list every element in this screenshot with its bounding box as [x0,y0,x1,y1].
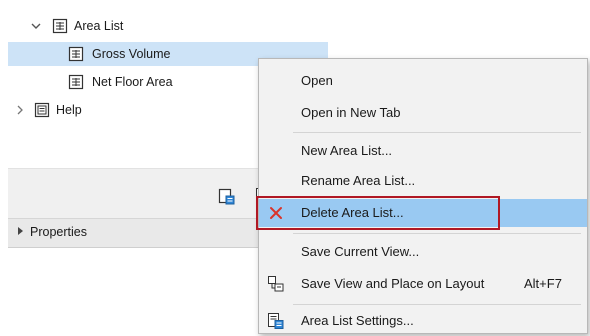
tree-item-label: Help [56,103,82,117]
table-icon [52,18,68,34]
context-menu: Open Open in New Tab New Area List... Re… [256,58,588,335]
menu-item-rename-area-list[interactable]: Rename Area List... [259,167,587,195]
menu-item-label: Area List Settings... [301,313,414,328]
menu-item-label: Rename Area List... [301,173,416,188]
menu-item-label: Save Current View... [301,244,420,259]
menu-item-label: New Area List... [301,143,393,158]
menu-item-shortcut: Alt+F7 [524,276,562,291]
save-layout-icon [267,275,285,293]
menu-separator [293,132,581,133]
menu-separator [293,304,581,305]
menu-item-label: Open in New Tab [301,105,401,120]
tree-item-label: Net Floor Area [92,75,173,89]
menu-item-delete-area-list[interactable]: Delete Area List... [256,196,587,230]
menu-item-save-current-view[interactable]: Save Current View... [259,238,587,266]
menu-item-area-list-settings[interactable]: Area List Settings... [259,307,587,335]
list-settings-icon [267,312,285,330]
menu-item-label: Open [301,73,333,88]
menu-item-new-area-list[interactable]: New Area List... [259,137,587,165]
menu-item-open-in-new-tab[interactable]: Open in New Tab [259,99,587,127]
highlight-box [256,196,500,230]
chevron-right-icon[interactable] [14,104,26,116]
expand-triangle-icon[interactable] [18,227,23,235]
tree-item-label: Area List [74,19,124,33]
chevron-down-icon[interactable] [30,20,42,32]
menu-item-label: Save View and Place on Layout [301,276,485,291]
table-icon [68,46,84,62]
settings-panel-icon[interactable] [218,188,236,206]
menu-item-open[interactable]: Open [259,67,587,95]
menu-separator [293,233,581,234]
table-icon [68,74,84,90]
tree-item-area-list[interactable]: Area List [8,14,328,38]
document-icon [34,102,50,118]
properties-label: Properties [30,225,87,239]
menu-item-save-view-place-layout[interactable]: Save View and Place on Layout Alt+F7 [259,270,587,298]
tree-item-label: Gross Volume [92,47,171,61]
